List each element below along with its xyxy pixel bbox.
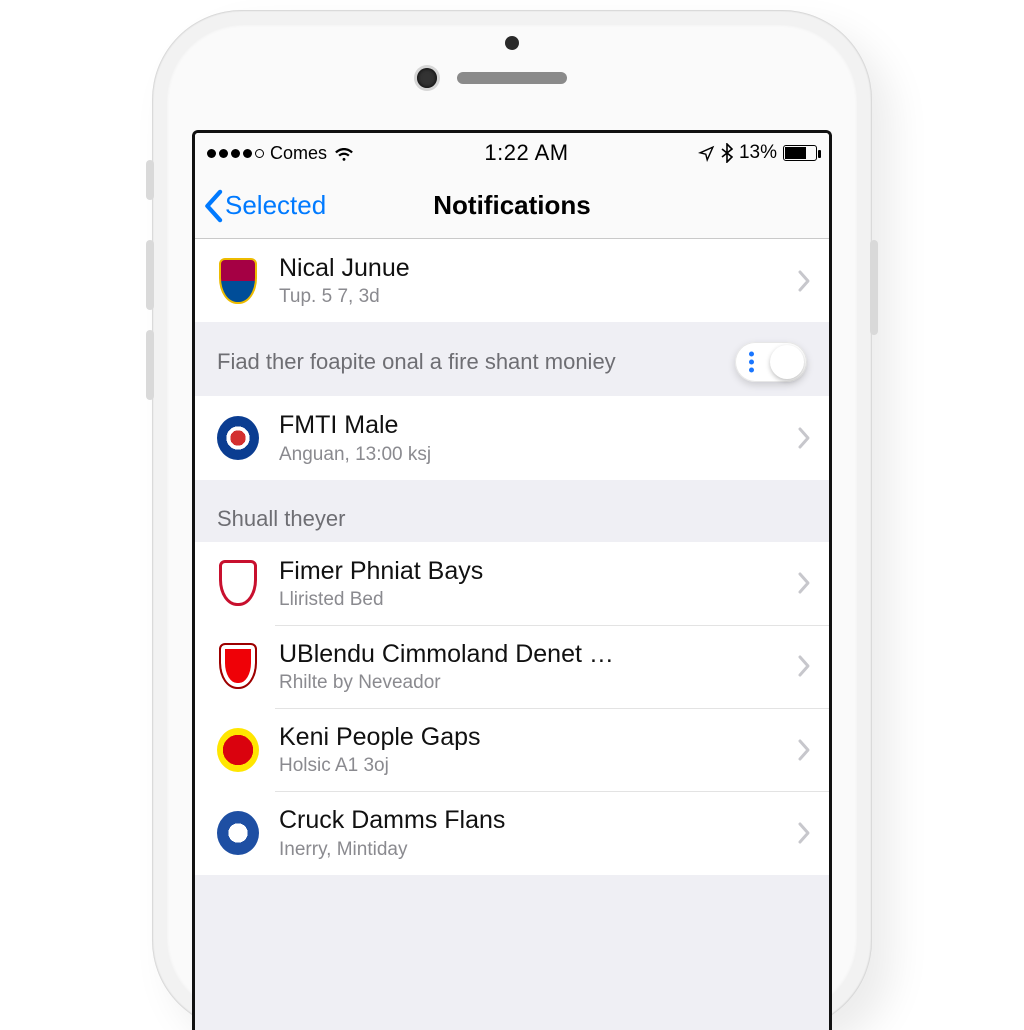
team-badge-icon [217,260,259,302]
battery-percent: 13% [739,142,777,164]
status-bar: Comes 1:22 AM 13% [195,133,829,173]
list-item-subtitle: Lliristed Bed [279,589,777,611]
nav-header: Selected Notifications [195,173,829,239]
bluetooth-icon [721,143,733,163]
list-item-subtitle: Rhilte by Neveador [279,672,777,694]
list-item[interactable]: Fimer Phniat Bays Lliristed Bed [195,542,829,625]
volume-up-button [146,240,154,310]
list-item-subtitle: Inerry, Mintiday [279,839,777,861]
chevron-right-icon [797,426,811,450]
team-badge-icon [217,562,259,604]
signal-strength-icon [207,149,264,158]
status-clock: 1:22 AM [484,140,568,166]
mute-switch [146,160,154,200]
list-item-title: Keni People Gaps [279,722,777,753]
team-badge-icon [217,417,259,459]
wifi-icon [333,144,355,162]
screen: Comes 1:22 AM 13% Selected [192,130,832,1030]
list-item-title: Fimer Phniat Bays [279,556,777,587]
list-item-subtitle: Tup. 5 7, 3d [279,286,777,308]
location-icon [698,145,715,162]
status-left: Comes [207,143,355,164]
team-badge-icon [217,812,259,854]
list-item[interactable]: UBlendu Cimmoland Denet … Rhilte by Neve… [195,625,829,708]
back-button[interactable]: Selected [195,189,326,223]
list-item-title: Cruck Damms Flans [279,805,777,836]
team-badge-icon [217,729,259,771]
list-item[interactable]: FMTI Male Anguan, 13:00 ksj [195,396,829,479]
chevron-right-icon [797,654,811,678]
notifications-toggle[interactable] [735,342,807,382]
list-item-title: FMTI Male [279,410,777,441]
section-description: Fiad ther foapite onal a fire shant moni… [217,347,616,378]
team-badge-icon [217,645,259,687]
section-toggle-row: Fiad ther foapite onal a fire shant moni… [195,322,829,396]
volume-down-button [146,330,154,400]
phone-device-frame: Comes 1:22 AM 13% Selected [152,10,872,1030]
list-item-title: UBlendu Cimmoland Denet … [279,639,777,670]
battery-icon [783,145,817,161]
list-item-title: Nical Junue [279,253,777,284]
notifications-list[interactable]: Nical Junue Tup. 5 7, 3d Fiad ther foapi… [195,239,829,1030]
carrier-label: Comes [270,143,327,164]
list-item-subtitle: Anguan, 13:00 ksj [279,444,777,466]
chevron-right-icon [797,821,811,845]
status-right: 13% [698,142,817,164]
back-label: Selected [225,190,326,221]
chevron-right-icon [797,571,811,595]
power-button [870,240,878,335]
list-item[interactable]: Cruck Damms Flans Inerry, Mintiday [195,791,829,874]
chevron-left-icon [203,189,223,223]
chevron-right-icon [797,738,811,762]
chevron-right-icon [797,269,811,293]
list-item[interactable]: Keni People Gaps Holsic A1 3oj [195,708,829,791]
proximity-sensor [505,36,519,50]
list-item[interactable]: Nical Junue Tup. 5 7, 3d [195,239,829,322]
front-camera [417,68,437,88]
section-header: Shuall theyer [195,480,829,542]
list-item-subtitle: Holsic A1 3oj [279,755,777,777]
earpiece-speaker [457,72,567,84]
